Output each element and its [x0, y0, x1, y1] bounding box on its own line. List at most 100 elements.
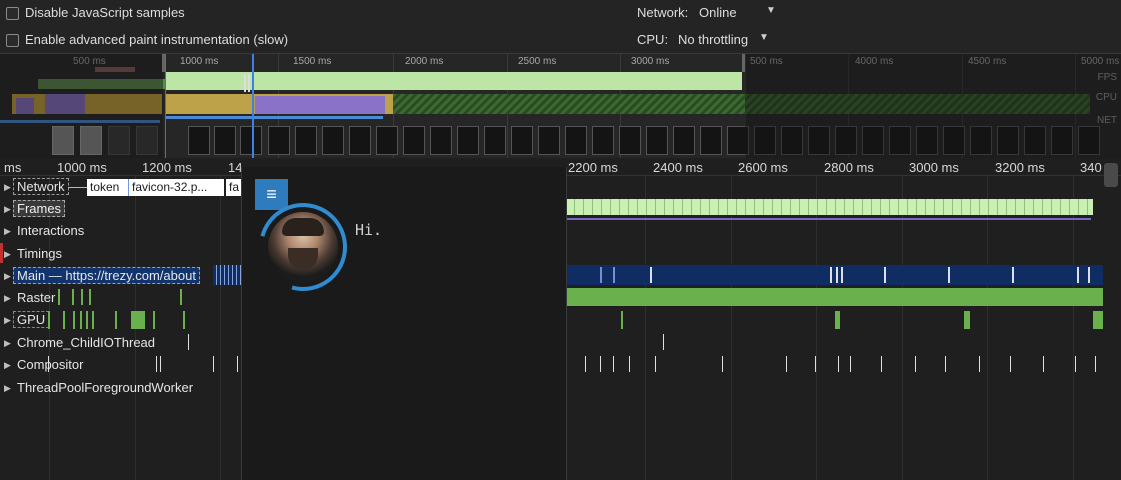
gpu-task-tick[interactable] — [92, 311, 94, 329]
expand-triangle-icon[interactable]: ▶ — [4, 383, 11, 394]
screenshot-thumbnail[interactable] — [565, 126, 587, 155]
compositor-task-tick[interactable] — [213, 356, 214, 372]
compositor-task-tick[interactable] — [585, 356, 586, 372]
track-childio-label[interactable]: Chrome_ChildIOThread — [17, 335, 155, 350]
gpu-task-block[interactable] — [835, 311, 840, 329]
advanced-paint-label[interactable]: Enable advanced paint instrumentation (s… — [25, 32, 288, 47]
compositor-task-tick[interactable] — [655, 356, 656, 372]
compositor-task-tick[interactable] — [1010, 356, 1011, 372]
cpu-throttling-select[interactable]: No throttling — [678, 32, 748, 47]
screenshot-thumbnail[interactable] — [349, 126, 371, 155]
compositor-task-tick[interactable] — [945, 356, 946, 372]
main-task-tick[interactable] — [836, 267, 838, 283]
screenshot-thumbnail[interactable] — [700, 126, 722, 155]
raster-task-tick[interactable] — [180, 289, 182, 305]
screenshot-thumbnail[interactable] — [457, 126, 479, 155]
expand-triangle-icon[interactable]: ▶ — [4, 360, 11, 371]
expand-triangle-icon[interactable]: ▶ — [4, 315, 11, 326]
screenshot-thumbnail[interactable] — [295, 126, 317, 155]
expand-triangle-icon[interactable]: ▶ — [4, 271, 11, 282]
track-timings-label[interactable]: Timings — [17, 246, 62, 261]
gpu-task-tick[interactable] — [115, 311, 117, 329]
compositor-task-tick[interactable] — [600, 356, 601, 372]
track-gpu-label[interactable]: GPU — [13, 311, 50, 328]
raster-activity[interactable] — [566, 288, 1103, 306]
compositor-task-tick[interactable] — [1043, 356, 1044, 372]
screenshot-thumbnail[interactable] — [403, 126, 425, 155]
track-compositor-label[interactable]: Compositor — [17, 357, 83, 372]
main-task-tick[interactable] — [830, 267, 832, 283]
main-task-tick[interactable] — [948, 267, 950, 283]
compositor-task-tick[interactable] — [613, 356, 614, 372]
screenshot-thumbnail[interactable] — [268, 126, 290, 155]
screenshot-thumbnail[interactable] — [376, 126, 398, 155]
network-caret-icon[interactable]: ▼ — [766, 5, 776, 16]
gpu-task-tick[interactable] — [48, 311, 50, 329]
screenshot-thumbnail[interactable] — [619, 126, 641, 155]
compositor-task-tick[interactable] — [1075, 356, 1076, 372]
io-task-tick[interactable] — [663, 334, 664, 350]
main-task-tick[interactable] — [1077, 267, 1079, 283]
compositor-task-tick[interactable] — [881, 356, 882, 372]
gpu-task-tick[interactable] — [80, 311, 82, 329]
compositor-task-tick[interactable] — [160, 356, 161, 372]
expand-triangle-icon[interactable]: ▶ — [4, 204, 11, 215]
network-request-favicon[interactable]: favicon-32.p... — [128, 179, 224, 196]
gpu-task-tick[interactable] — [86, 311, 88, 329]
frames-strip[interactable] — [566, 199, 1093, 215]
screenshot-thumbnail[interactable] — [592, 126, 614, 155]
compositor-task-tick[interactable] — [979, 356, 980, 372]
track-network-label[interactable]: Network — [13, 178, 69, 195]
advanced-paint-checkbox[interactable] — [6, 34, 19, 47]
expand-triangle-icon[interactable]: ▶ — [4, 249, 11, 260]
gpu-task-block[interactable] — [131, 311, 145, 329]
gpu-task-tick[interactable] — [63, 311, 65, 329]
screenshot-thumbnail[interactable] — [430, 126, 452, 155]
compositor-task-tick[interactable] — [629, 356, 630, 372]
cpu-caret-icon[interactable]: ▼ — [759, 32, 769, 43]
expand-triangle-icon[interactable]: ▶ — [4, 338, 11, 349]
disable-js-samples-label[interactable]: Disable JavaScript samples — [25, 5, 185, 20]
gpu-task-tick[interactable] — [73, 311, 75, 329]
main-thread-activity[interactable] — [213, 265, 241, 285]
raster-task-tick[interactable] — [81, 289, 83, 305]
expand-triangle-icon[interactable]: ▶ — [4, 182, 11, 193]
screenshot-thumbnail[interactable] — [673, 126, 695, 155]
compositor-task-tick[interactable] — [838, 356, 839, 372]
screenshot-thumbnail[interactable] — [214, 126, 236, 155]
network-select[interactable]: Online — [699, 5, 737, 20]
gpu-task-block[interactable] — [1093, 311, 1103, 329]
raster-task-tick[interactable] — [72, 289, 74, 305]
screenshot-thumbnail[interactable] — [322, 126, 344, 155]
screenshot-thumbnail[interactable] — [646, 126, 668, 155]
screenshot-thumbnail[interactable] — [538, 126, 560, 155]
compositor-task-tick[interactable] — [850, 356, 851, 372]
main-task-tick[interactable] — [600, 267, 602, 283]
main-task-tick[interactable] — [841, 267, 843, 283]
main-task-tick[interactable] — [1012, 267, 1014, 283]
compositor-task-tick[interactable] — [156, 356, 157, 372]
compositor-task-tick[interactable] — [915, 356, 916, 372]
gpu-task-tick[interactable] — [183, 311, 185, 329]
main-thread-activity[interactable] — [566, 265, 1103, 285]
timeline-overview[interactable]: 500 ms 1000 ms 1500 ms 2000 ms 2500 ms 3… — [0, 54, 1121, 164]
compositor-task-tick[interactable] — [1095, 356, 1096, 372]
network-request-partial[interactable]: fa — [226, 179, 241, 196]
raster-task-tick[interactable] — [58, 289, 60, 305]
expand-triangle-icon[interactable]: ▶ — [4, 293, 11, 304]
main-task-tick[interactable] — [613, 267, 615, 283]
main-task-tick[interactable] — [884, 267, 886, 283]
screenshot-thumbnail[interactable] — [484, 126, 506, 155]
track-interactions-label[interactable]: Interactions — [17, 223, 84, 238]
track-main-label[interactable]: Main — https://trezy.com/about — [13, 267, 200, 284]
disable-js-samples-checkbox[interactable] — [6, 7, 19, 20]
raster-task-tick[interactable] — [89, 289, 91, 305]
vertical-scrollbar[interactable] — [1104, 163, 1118, 187]
compositor-task-tick[interactable] — [237, 356, 238, 372]
selection-right-handle[interactable] — [742, 54, 745, 72]
gpu-task-tick[interactable] — [621, 311, 623, 329]
screenshot-thumbnail[interactable] — [240, 126, 262, 155]
screenshot-thumbnail[interactable] — [188, 126, 210, 155]
compositor-task-tick[interactable] — [722, 356, 723, 372]
compositor-task-tick[interactable] — [815, 356, 816, 372]
